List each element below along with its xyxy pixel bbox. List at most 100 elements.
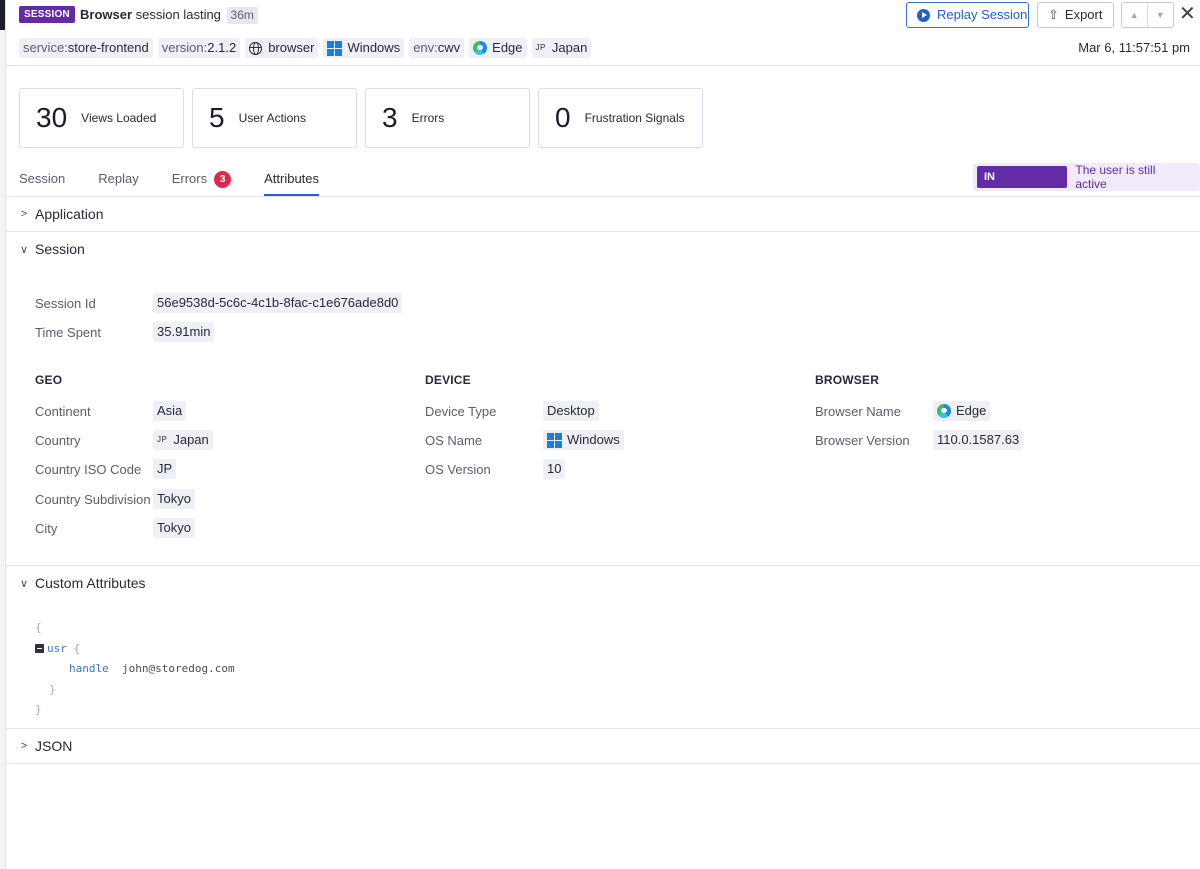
duration-chip: 36m	[226, 7, 258, 24]
section-application-toggle[interactable]: > Application	[17, 202, 104, 226]
attr-value[interactable]: JP	[153, 459, 177, 479]
attr-value[interactable]: 35.91min	[153, 322, 215, 342]
globe-icon	[249, 41, 263, 55]
attr-row-session-id: Session Id 56e9538d-5c6c-4c1b-8fac-c1e67…	[35, 293, 435, 313]
tag-country-value: Japan	[551, 40, 588, 55]
tab-label: Attributes	[264, 171, 320, 186]
json-brace: {	[35, 621, 42, 634]
section-title: Session	[35, 241, 85, 257]
tag-service[interactable]: service: store-frontend	[19, 38, 153, 58]
tab-attributes[interactable]: Attributes	[264, 168, 319, 196]
status-text: The user is still active	[1075, 163, 1156, 191]
tag-version-key: version:	[161, 40, 208, 55]
attr-value[interactable]: Desktop	[543, 401, 599, 421]
tab-label: Errors	[171, 171, 208, 186]
tag-version-value: 2.1.2	[207, 40, 237, 55]
export-label: Export	[1064, 7, 1103, 22]
tag-env-value: cwv	[437, 40, 461, 55]
tag-os[interactable]: Windows	[323, 38, 405, 58]
attr-row-continent: Continent Asia	[35, 401, 415, 421]
section-session-toggle[interactable]: ∨ Session	[17, 237, 85, 261]
json-line: }	[35, 700, 235, 721]
japan-flag-icon: JP	[157, 435, 168, 444]
tag-list: service: store-frontend version: 2.1.2 bro…	[19, 38, 592, 58]
export-button[interactable]: ⇧ Export	[1037, 2, 1114, 28]
attr-row-country: Country JP Japan	[35, 430, 415, 450]
tag-version[interactable]: version: 2.1.2	[157, 38, 241, 58]
attr-key: Session Id	[35, 295, 96, 311]
attr-key: Country ISO Code	[35, 461, 142, 477]
status-badge: IN PROGRESS	[977, 166, 1068, 205]
previous-session-button[interactable]: ▲	[1122, 3, 1148, 27]
tab-replay[interactable]: Replay	[98, 168, 138, 196]
session-tags-bar: service: store-frontend version: 2.1.2 bro…	[6, 36, 1200, 60]
stat-card-actions[interactable]: 5 User Actions	[192, 88, 357, 148]
browser-group-title: BROWSER	[815, 373, 880, 387]
section-custom-attributes-toggle[interactable]: ∨ Custom Attributes	[17, 571, 146, 595]
collapse-icon[interactable]	[35, 643, 44, 653]
attr-value-text: Edge	[956, 403, 987, 418]
chevron-right-icon: >	[20, 208, 28, 220]
stats-cards: 30 Views Loaded 5 User Actions 3 Errors 0 Fr…	[19, 88, 703, 148]
attr-key: OS Version	[425, 461, 491, 477]
attr-value[interactable]: JP Japan	[153, 430, 213, 450]
stat-card-errors[interactable]: 3 Errors	[365, 88, 530, 148]
section-title: Application	[35, 206, 104, 222]
stat-label: Views Loaded	[81, 111, 157, 125]
attr-key: OS Name	[425, 432, 483, 448]
attr-value[interactable]: 110.0.1587.63	[933, 430, 1024, 450]
attr-row-device-type: Device Type Desktop	[425, 401, 805, 421]
tag-country[interactable]: JP Japan	[531, 38, 592, 58]
attr-value[interactable]: Asia	[153, 401, 187, 421]
attr-value[interactable]: 10	[543, 459, 566, 479]
chevron-down-icon: ∨	[19, 577, 29, 590]
attr-key: Continent	[35, 403, 91, 419]
attr-value[interactable]: 56e9538d-5c6c-4c1b-8fac-c1e676ade8d0	[153, 293, 403, 313]
geo-group-title: GEO	[35, 373, 63, 387]
stat-number: 0	[555, 102, 571, 133]
stat-card-views[interactable]: 30 Views Loaded	[19, 88, 184, 148]
tag-type[interactable]: browser	[245, 38, 319, 58]
stat-label: User Actions	[238, 111, 306, 125]
attr-value[interactable]: Edge	[933, 401, 991, 421]
play-icon	[917, 8, 930, 22]
section-title: JSON	[35, 738, 73, 754]
attr-key: Time Spent	[35, 324, 101, 340]
tab-session[interactable]: Session	[19, 168, 65, 196]
attr-value[interactable]: Tokyo	[153, 518, 195, 538]
attr-key: Browser Name	[815, 403, 901, 419]
stat-card-frustration[interactable]: 0 Frustration Signals	[538, 88, 703, 148]
replay-session-button[interactable]: Replay Session	[906, 2, 1029, 28]
tag-type-value: browser	[268, 40, 315, 55]
session-date: Mar 6, 11:57:51 pm	[1078, 40, 1190, 55]
divider	[6, 65, 1200, 66]
attr-key: Device Type	[425, 403, 497, 419]
tab-errors[interactable]: Errors 3	[171, 168, 232, 196]
json-brace: {	[66, 641, 81, 655]
stat-label: Errors	[411, 111, 445, 125]
divider	[6, 565, 1200, 566]
panel-header: SESSION Browser session lasting 36m Repl…	[6, 0, 1200, 30]
attr-value[interactable]: Windows	[543, 430, 624, 450]
tag-env[interactable]: env: cwv	[409, 38, 465, 58]
attr-row-browser-version: Browser Version 110.0.1587.63	[815, 430, 1195, 450]
tab-bar: Session Replay Errors 3 Attributes	[19, 168, 352, 196]
attr-row-city: City Tokyo	[35, 518, 415, 538]
stat-number: 5	[209, 102, 225, 133]
next-session-button[interactable]: ▼	[1148, 3, 1173, 27]
close-icon[interactable]: ✕	[1179, 2, 1196, 26]
section-json-toggle[interactable]: > JSON	[17, 734, 73, 758]
tag-service-key: service:	[23, 40, 68, 55]
divider	[6, 196, 1200, 197]
tag-browser[interactable]: Edge	[469, 38, 527, 58]
device-group-title: DEVICE	[425, 373, 471, 387]
stat-number: 30	[36, 102, 68, 133]
json-line: handle john@storedog.com	[35, 659, 235, 680]
attr-value[interactable]: Tokyo	[153, 489, 195, 509]
stat-label: Frustration Signals	[584, 111, 685, 125]
tag-browser-value: Edge	[492, 40, 523, 55]
tag-env-key: env:	[413, 40, 438, 55]
title-browser: Browser	[80, 7, 133, 22]
json-value[interactable]: john@storedog.com	[122, 662, 235, 675]
tag-os-value: Windows	[347, 40, 401, 55]
